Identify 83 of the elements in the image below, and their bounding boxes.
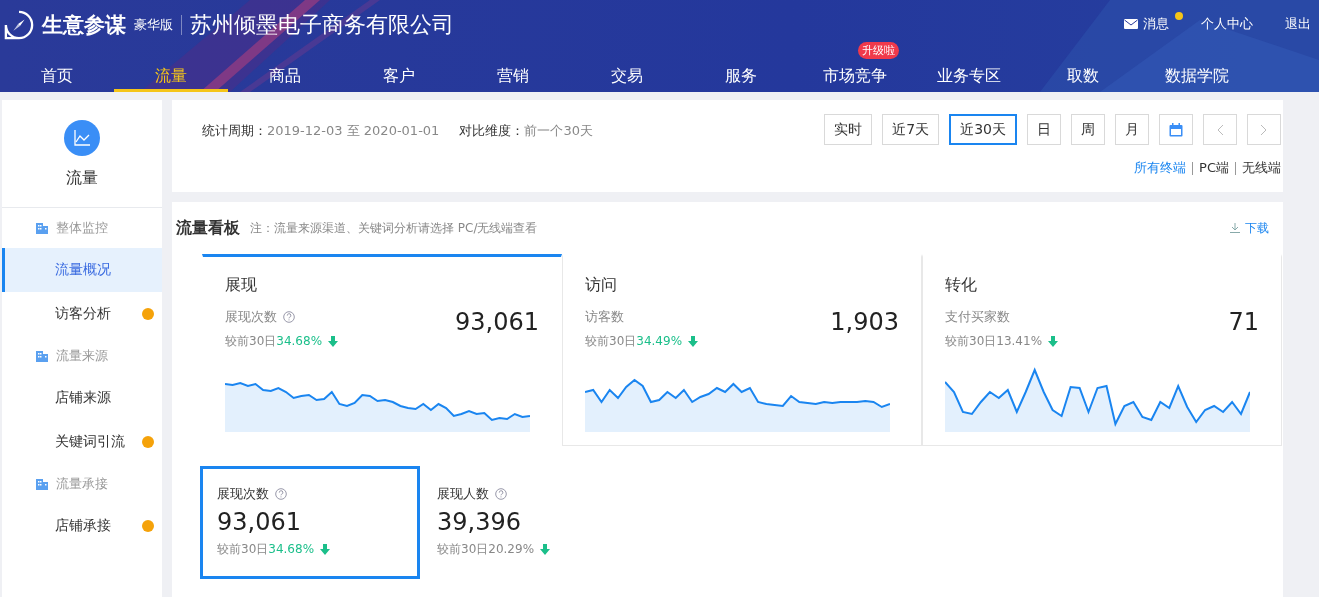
metric-label: 支付买家数	[945, 308, 1010, 326]
board-title: 流量看板	[176, 217, 240, 239]
metric-card[interactable]: 展现 展现次数 较前30日 34.68% 93,061	[202, 254, 562, 446]
edition-label: 豪华版	[134, 16, 173, 34]
nav-tab[interactable]: 商品	[228, 60, 342, 92]
card-title: 转化	[945, 275, 978, 296]
range-button[interactable]: 日	[1027, 114, 1061, 145]
terminal-link[interactable]: 所有终端	[1134, 159, 1187, 177]
metric-value: 1,903	[830, 308, 899, 338]
sidebar-item[interactable]: 访客分析	[2, 292, 162, 336]
download-icon	[1230, 223, 1240, 233]
chevron-left-icon	[1216, 123, 1224, 136]
range-button[interactable]: 周	[1071, 114, 1105, 145]
nav-tab[interactable]: 首页	[0, 60, 114, 92]
sidebar-group-label: 整体监控	[56, 219, 108, 237]
help-icon	[275, 488, 287, 500]
help-icon	[495, 488, 507, 500]
messages-link[interactable]: 消息	[1124, 15, 1169, 33]
down-arrow-icon	[320, 544, 331, 555]
nav-tab[interactable]: 业务专区	[912, 60, 1026, 92]
metric-label: 展现人数	[437, 485, 489, 503]
sidebar-item[interactable]: 流量概况	[2, 248, 162, 292]
metric-value: 39,396	[437, 508, 522, 536]
range-button[interactable]: 近30天	[949, 114, 1017, 145]
mail-icon	[1124, 19, 1138, 29]
metric-tile[interactable]: 展现次数 93,061 较前30日 34.68%	[200, 466, 420, 579]
nav-tab[interactable]: 取数	[1026, 60, 1140, 92]
chevron-right-icon	[1260, 123, 1268, 136]
nav-tab[interactable]: 交易	[570, 60, 684, 92]
change-text: 较前30日 13.41%	[945, 333, 1043, 350]
building-icon	[36, 350, 48, 362]
period-text: 统计周期：2019-12-03 至 2020-01-01	[202, 122, 440, 140]
metric-value: 93,061	[217, 508, 302, 536]
terminal-link[interactable]: 无线端	[1242, 159, 1281, 177]
calendar-button[interactable]	[1159, 114, 1193, 145]
range-button[interactable]: 实时	[824, 114, 873, 145]
sidebar-item[interactable]: 店铺承接	[2, 504, 162, 548]
sidebar-group-label: 流量来源	[56, 347, 108, 365]
calendar-icon	[1169, 122, 1183, 137]
sidebar-item[interactable]: 店铺来源	[2, 376, 162, 420]
metric-card[interactable]: 访问 访客数 较前30日 34.49% 1,903	[562, 254, 922, 446]
company-name: 苏州倾墨电子商务有限公司	[190, 11, 454, 39]
range-button[interactable]: 近7天	[882, 114, 940, 145]
header-link[interactable]: 个人中心	[1201, 15, 1253, 33]
nav-tab[interactable]: 流量	[114, 60, 228, 92]
metric-value: 71	[1228, 308, 1259, 338]
download-link[interactable]: 下载	[1230, 219, 1269, 237]
nav-tab[interactable]: 服务	[684, 60, 798, 92]
line-chart-icon	[64, 120, 100, 156]
next-button[interactable]	[1247, 114, 1281, 145]
change-text: 较前30日 34.68%	[225, 333, 323, 350]
down-arrow-icon	[1048, 336, 1059, 347]
brand-name: 生意参谋	[42, 12, 126, 39]
card-title: 访问	[585, 275, 618, 296]
down-arrow-icon	[540, 544, 551, 555]
nav-tab[interactable]: 营销	[456, 60, 570, 92]
sidebar-group-label: 流量承接	[56, 475, 108, 493]
terminal-link[interactable]: PC端	[1199, 159, 1229, 177]
range-button[interactable]: 月	[1115, 114, 1149, 145]
metric-label: 展现次数	[225, 308, 277, 326]
compass-icon	[4, 10, 34, 40]
sidebar-title: 流量	[66, 168, 98, 189]
down-arrow-icon	[688, 336, 699, 347]
metric-value: 93,061	[455, 308, 539, 338]
nav-tab[interactable]: 市场竞争	[798, 60, 912, 92]
building-icon	[36, 478, 48, 490]
nav-tab[interactable]: 客户	[342, 60, 456, 92]
upgrade-badge: 升级啦	[858, 42, 899, 59]
board-note: 注：流量来源渠道、关键词分析请选择 PC/无线端查看	[250, 219, 539, 237]
down-arrow-icon	[328, 336, 339, 347]
metric-label: 访客数	[585, 308, 624, 326]
metric-label: 展现次数	[217, 485, 269, 503]
metric-tile[interactable]: 展现人数 39,396 较前30日 20.29%	[420, 466, 640, 579]
sidebar-item[interactable]: 关键词引流	[2, 420, 162, 464]
previous-button[interactable]	[1203, 114, 1237, 145]
metric-card[interactable]: 转化 支付买家数 较前30日 13.41% 71	[922, 254, 1282, 446]
change-text: 较前30日 20.29%	[437, 541, 535, 558]
change-text: 较前30日 34.49%	[585, 333, 683, 350]
change-text: 较前30日 34.68%	[217, 541, 315, 558]
building-icon	[36, 222, 48, 234]
header-link[interactable]: 退出	[1285, 15, 1311, 33]
compare-text: 对比维度：前一个30天	[459, 122, 593, 140]
card-title: 展现	[225, 275, 258, 296]
